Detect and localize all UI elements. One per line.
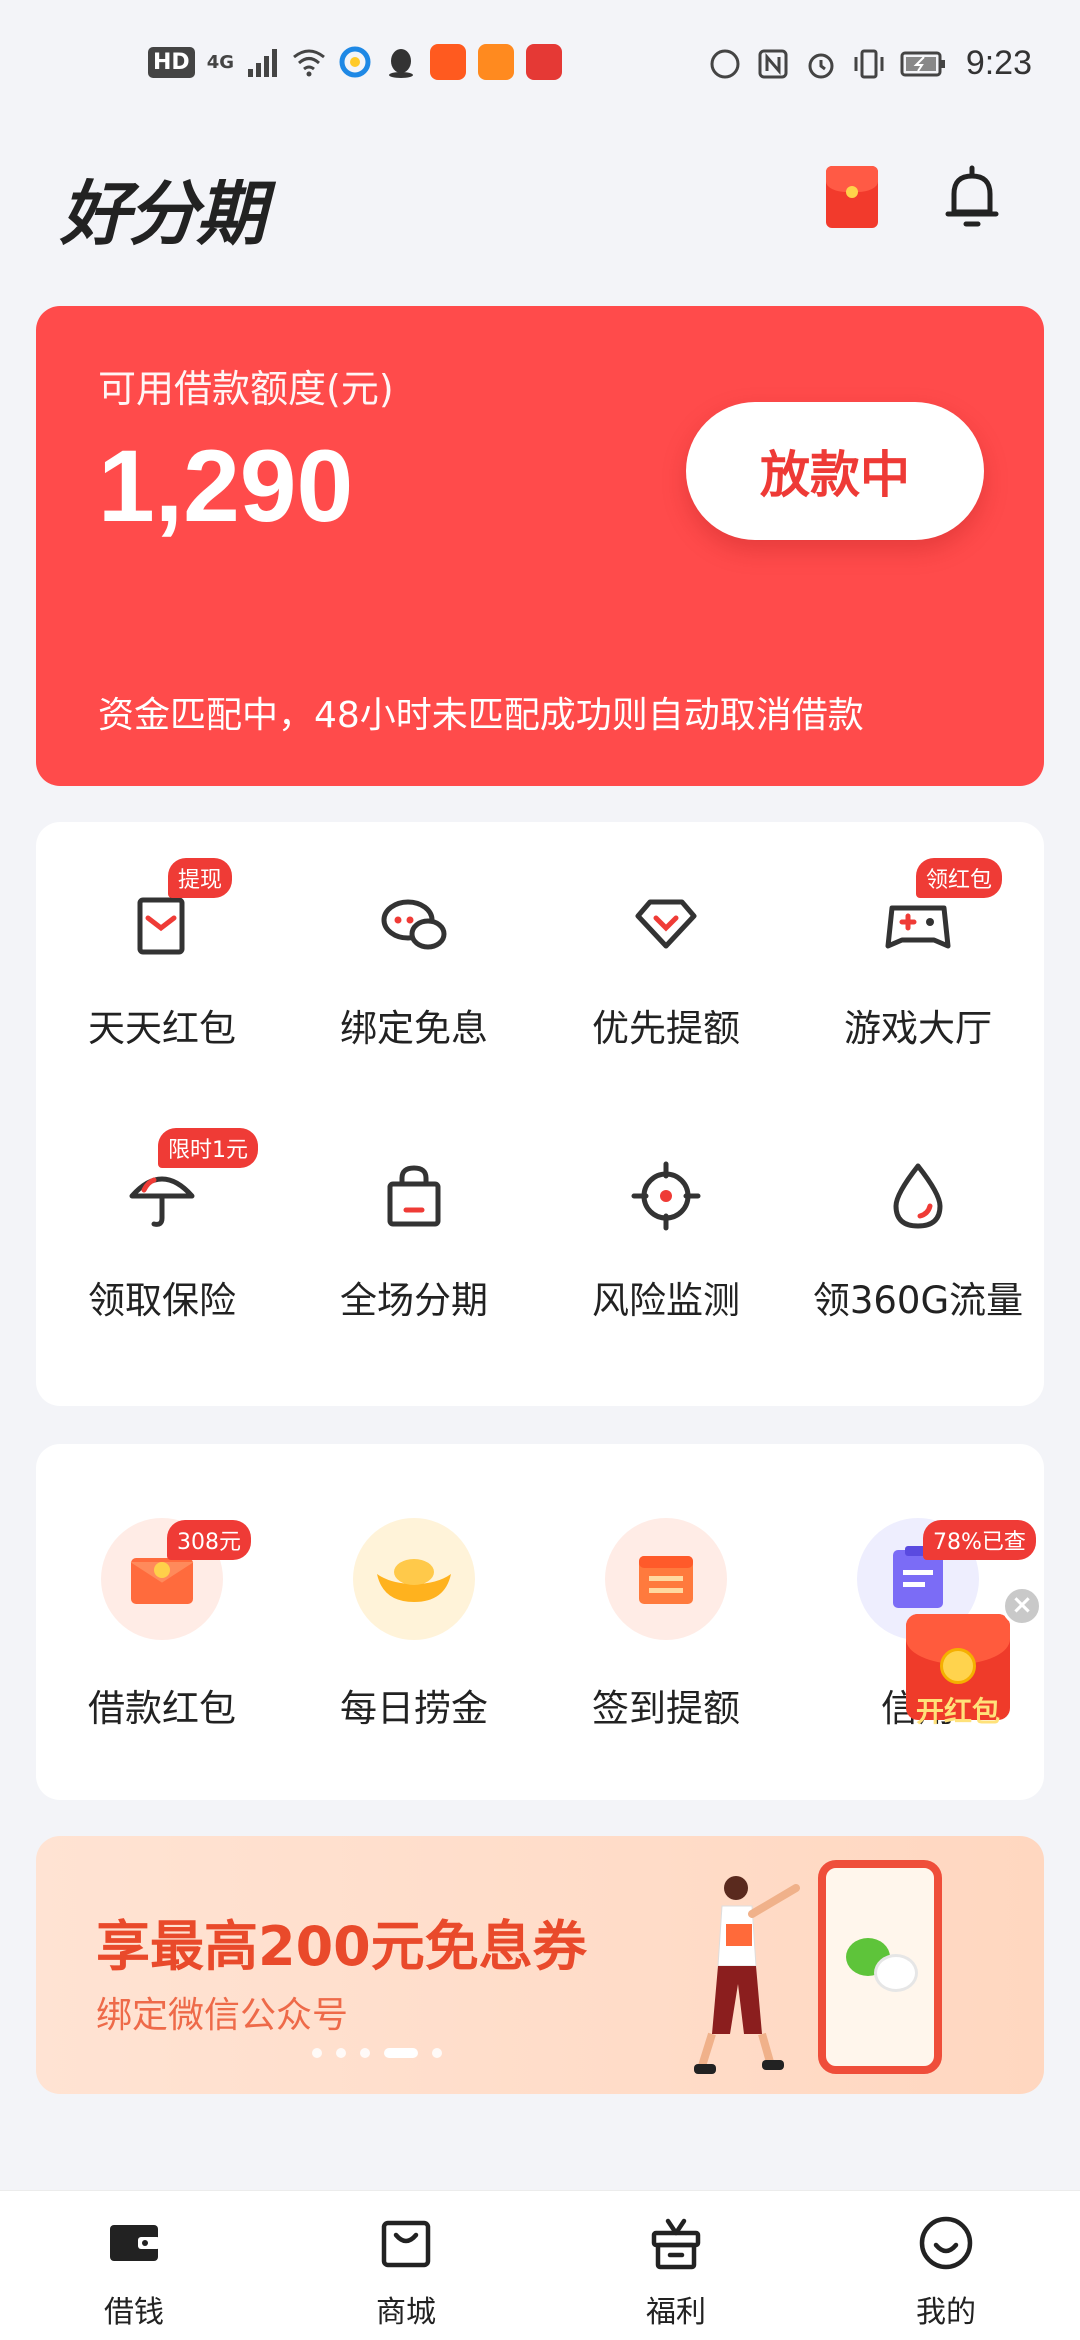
person-with-gift-illustration [694,1876,800,2074]
wallet-icon [110,2225,160,2261]
credit-limit-amount: 1,290 [98,429,354,543]
calendar-icon [639,1556,693,1604]
gift-icon [651,2218,701,2270]
chat-bubble-icon [874,1954,918,1992]
tab-borrow[interactable]: 借钱 [44,2213,224,2331]
banner-title: 享最高200元免息券 [96,1915,587,1978]
service-daily-red-packet[interactable]: 提现 天天红包 [36,858,288,1052]
service-badge: 限时1元 [158,1128,258,1168]
smile-icon [919,2216,973,2270]
video-app-icon [478,44,514,80]
bell-icon[interactable] [944,164,1000,230]
promo-banner[interactable]: 享最高200元免息券 绑定微信公众号 [36,1836,1044,2094]
coin-icon [940,1648,976,1684]
status-bar-left: HD 4G [148,44,562,80]
activity-checkin-raise[interactable]: 签到提额 [540,1518,792,1732]
page-dot[interactable] [360,2048,370,2058]
red-packet-icon[interactable] [826,166,878,228]
umbrella-icon [129,1176,195,1227]
service-label: 游戏大厅 [844,1007,992,1050]
service-get-insurance[interactable]: 限时1元 领取保险 [36,1128,288,1324]
activity-daily-gold[interactable]: 每日捞金 [288,1518,540,1732]
service-risk-monitoring[interactable]: 风险监测 [540,1156,792,1324]
tab-label: 借钱 [104,2295,164,2330]
activity-loan-red-packet[interactable]: 308元 借款红包 [36,1518,288,1732]
deals-app-icon [430,44,466,80]
floating-red-packet[interactable]: 开红包 × [906,1586,1042,1728]
wifi-icon [293,49,325,77]
clock-time: 9:23 [965,44,1032,82]
credit-limit-card: 可用借款额度(元) 1,290 放款中 资金匹配中，48小时未匹配成功则自动取消… [36,306,1044,786]
credit-limit-label: 可用借款额度(元) [98,367,394,411]
target-icon [631,1161,701,1231]
activity-badge: 308元 [167,1520,251,1560]
water-drop-icon [893,1163,943,1229]
vibrate-icon [854,49,884,78]
activity-label: 每日捞金 [340,1687,488,1730]
service-badge: 提现 [168,858,233,898]
service-label: 全场分期 [340,1279,488,1322]
service-label: 天天红包 [88,1007,236,1050]
loan-status-button[interactable]: 放款中 [686,402,984,540]
app-header: 好分期 [0,150,1080,260]
service-free-data[interactable]: 领360G流量 [792,1156,1044,1324]
status-bar: HD 4G 9:23 [0,0,1080,130]
signal-icon [248,49,277,77]
close-icon[interactable]: × [1002,1586,1042,1626]
service-priority-limit-raise[interactable]: 优先提额 [540,884,792,1052]
service-label: 绑定免息 [340,1007,488,1050]
service-badge: 领红包 [916,858,1003,898]
battery-icon [900,51,945,76]
service-game-hall[interactable]: 领红包 游戏大厅 [792,858,1044,1052]
activity-badge: 78%已查 [923,1520,1036,1560]
gold-ingot-icon [377,1559,451,1602]
shopping-app-icon [526,44,562,80]
service-installment-all[interactable]: 全场分期 [288,1156,540,1324]
service-bind-interest-free[interactable]: 绑定免息 [288,884,540,1052]
status-bar-right: 9:23 [708,44,1032,83]
browser-app-icon [339,46,371,78]
page-dot-active[interactable] [384,2048,418,2058]
service-label: 优先提额 [592,1007,740,1050]
service-label: 领360G流量 [812,1279,1024,1322]
service-label: 领取保险 [88,1279,236,1322]
activity-label: 借款红包 [88,1687,236,1730]
tab-benefits[interactable]: 福利 [586,2213,766,2331]
shopping-bag-icon [381,2220,431,2268]
tab-mall[interactable]: 商城 [316,2213,496,2331]
activity-label: 签到提额 [592,1687,740,1730]
loan-status-note: 资金匹配中，48小时未匹配成功则自动取消借款 [98,695,864,736]
banner-subtitle: 绑定微信公众号 [96,1995,349,2036]
nfc-icon [758,49,788,78]
bottom-tab-bar: 借钱 商城 福利 我的 [0,2190,1080,2340]
banner-pagination [312,2048,442,2058]
phone-illustration [818,1860,942,2074]
page-dot[interactable] [312,2048,322,2058]
tab-label: 福利 [646,2295,706,2330]
tab-label: 我的 [916,2295,976,2330]
tab-label: 商城 [376,2295,436,2330]
diamond-icon [635,899,697,949]
page-dot[interactable] [336,2048,346,2058]
tab-mine[interactable]: 我的 [856,2213,1036,2331]
hd-indicator: HD [148,46,195,78]
alarm-icon [808,53,834,78]
qq-icon [389,49,413,78]
network-type: 4G [206,51,234,73]
chat-bubbles-icon [381,899,447,950]
app-logo: 好分期 [60,172,266,255]
hd-call-icon [710,49,740,78]
shopping-bag-icon [387,1165,441,1227]
page-dot[interactable] [432,2048,442,2058]
service-label: 风险监测 [592,1279,740,1322]
activities-panel: 308元 借款红包 每日捞金 签到提额 78%已查 [36,1444,1044,1800]
open-red-packet-label: 开红包 [915,1695,1000,1728]
services-panel: 提现 天天红包 绑定免息 优先提额 领红包 游戏大厅 限时1元 领取保险 全场分… [36,822,1044,1406]
